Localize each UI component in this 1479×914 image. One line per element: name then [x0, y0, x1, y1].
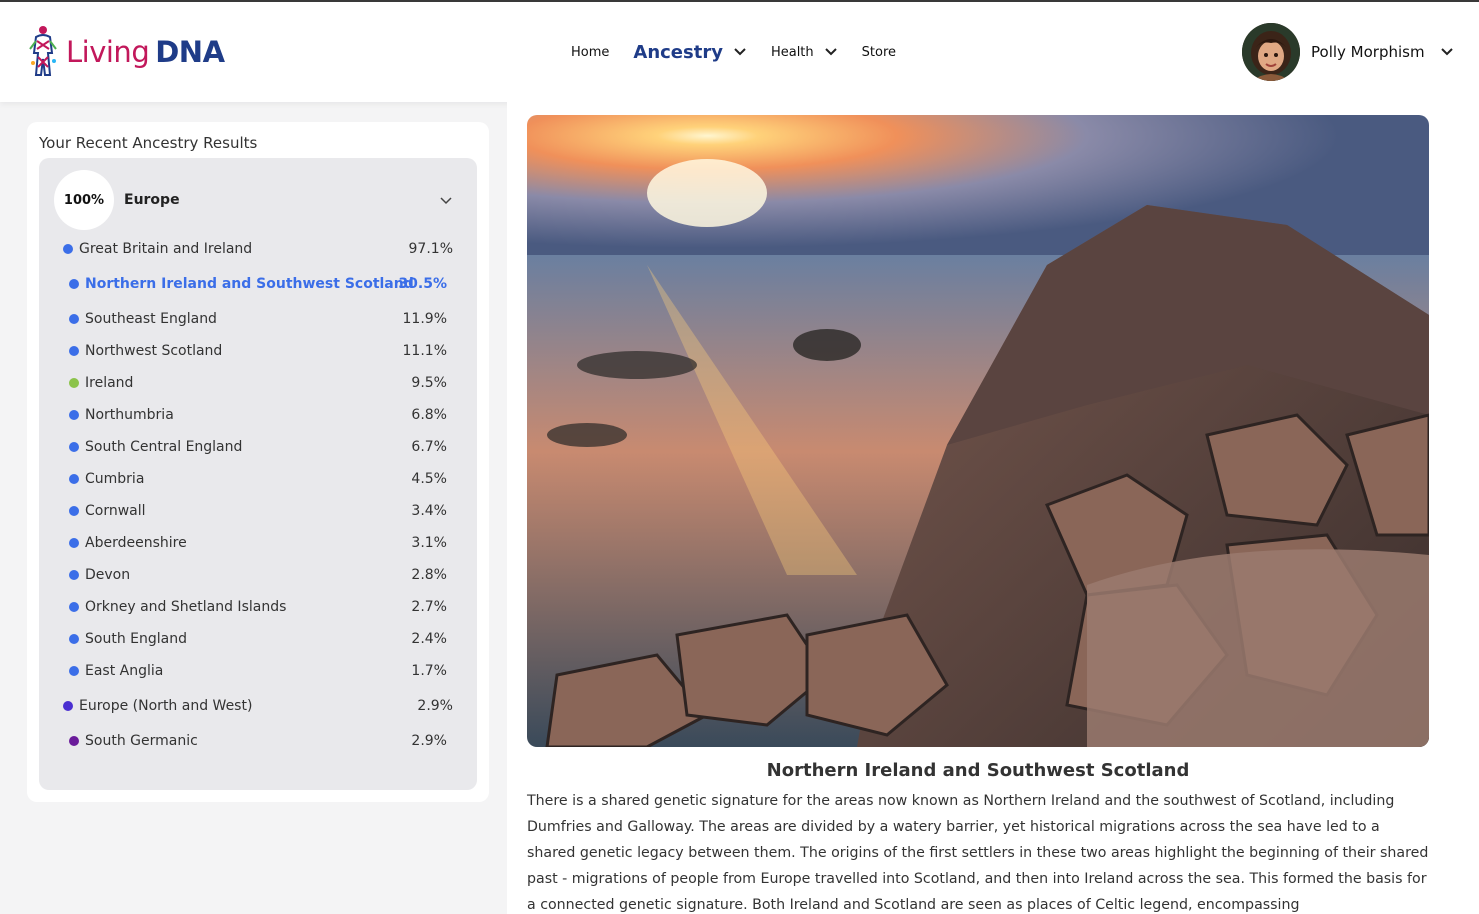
chevron-down-icon [734, 48, 746, 56]
logo[interactable]: Living DNA [24, 22, 225, 82]
result-percent: 3.1% [411, 535, 447, 551]
color-dot-icon [69, 474, 79, 484]
user-menu[interactable]: Polly Morphism [1242, 22, 1455, 82]
result-percent: 1.7% [411, 663, 447, 679]
giants-causeway-image [527, 115, 1429, 747]
result-percent: 30.5% [398, 276, 447, 292]
result-row[interactable]: South England 2.4% [69, 631, 447, 647]
result-label: Ireland [85, 375, 134, 391]
result-label: Northwest Scotland [85, 343, 223, 359]
color-dot-icon [69, 538, 79, 548]
color-dot-icon [69, 410, 79, 420]
color-dot-icon [69, 378, 79, 388]
result-row[interactable]: Northumbria 6.8% [69, 407, 447, 423]
result-label: Aberdeenshire [85, 535, 187, 551]
chevron-down-icon [824, 48, 837, 56]
result-label: Great Britain and Ireland [79, 241, 253, 257]
avatar[interactable] [1242, 23, 1300, 81]
color-dot-icon [69, 314, 79, 324]
result-percent: 2.9% [411, 733, 447, 749]
result-label: Northumbria [85, 407, 174, 423]
result-percent: 2.9% [417, 698, 453, 714]
result-percent: 97.1% [408, 241, 453, 257]
chevron-down-icon[interactable] [438, 192, 454, 208]
color-dot-icon [63, 701, 73, 711]
avatar-illustration [1242, 23, 1300, 81]
region-percent: 100% [54, 170, 114, 230]
user-name: Polly Morphism [1311, 43, 1425, 61]
brand-dna: DNA [155, 35, 225, 69]
result-label: Cumbria [85, 471, 145, 487]
result-percent: 9.5% [411, 375, 447, 391]
result-row[interactable]: South Germanic 2.9% [69, 733, 447, 749]
nav-health[interactable]: Health [771, 45, 838, 60]
region-photo [527, 115, 1429, 747]
nav-health-label: Health [770, 44, 814, 60]
nav-store[interactable]: Store [862, 45, 896, 60]
detail-title: Northern Ireland and Southwest Scotland [766, 760, 1190, 781]
region-header[interactable]: 100% Europe [54, 170, 462, 230]
result-percent: 2.4% [411, 631, 447, 647]
color-dot-icon [69, 634, 79, 644]
result-percent: 2.8% [411, 567, 447, 583]
result-row[interactable]: East Anglia 1.7% [69, 663, 447, 679]
dna-figure-icon [29, 26, 57, 76]
result-row[interactable]: Devon 2.8% [69, 567, 447, 583]
color-dot-icon [69, 279, 79, 289]
result-row[interactable]: Europe (North and West) 2.9% [63, 698, 453, 714]
result-row[interactable]: Orkney and Shetland Islands 2.7% [69, 599, 447, 615]
region-name: Europe [124, 192, 180, 208]
ancestry-results-card: Your Recent Ancestry Results 100% Europe… [27, 122, 489, 802]
nav-home[interactable]: Home [571, 45, 609, 60]
brand-living: Living [66, 35, 150, 69]
nav-home-label: Home [571, 44, 610, 60]
color-dot-icon [69, 570, 79, 580]
chevron-down-icon[interactable] [1439, 44, 1455, 60]
result-label: Northern Ireland and Southwest Scotland [85, 276, 414, 292]
main-nav: Home Ancestry Health Store [571, 2, 920, 102]
result-percent: 11.1% [402, 343, 447, 359]
result-label: South Central England [85, 439, 243, 455]
results-panel: 100% Europe Great Britain and Ireland 97.… [39, 158, 477, 790]
result-label: Devon [85, 567, 131, 583]
color-dot-icon [69, 602, 79, 612]
result-label: South England [85, 631, 187, 647]
result-percent: 6.7% [411, 439, 447, 455]
header: Living DNA Home Ancestry Health Store Po… [0, 2, 1479, 102]
color-dot-icon [69, 666, 79, 676]
result-row[interactable]: Northwest Scotland 11.1% [69, 343, 447, 359]
color-dot-icon [63, 244, 73, 254]
nav-ancestry[interactable]: Ancestry [633, 42, 747, 63]
result-row[interactable]: Northern Ireland and Southwest Scotland 3… [69, 276, 447, 292]
color-dot-icon [69, 506, 79, 516]
result-label: Orkney and Shetland Islands [85, 599, 287, 615]
result-percent: 4.5% [411, 471, 447, 487]
result-percent: 11.9% [402, 311, 447, 327]
result-label: Southeast England [85, 311, 217, 327]
result-label: South Germanic [85, 733, 198, 749]
sidebar-title: Your Recent Ancestry Results [39, 134, 258, 152]
nav-ancestry-label: Ancestry [633, 41, 723, 63]
detail-description: There is a shared genetic signature for … [527, 793, 1429, 913]
result-row[interactable]: Ireland 9.5% [69, 375, 447, 391]
result-label: Europe (North and West) [79, 698, 253, 714]
result-label: Cornwall [85, 503, 146, 519]
result-row[interactable]: Cumbria 4.5% [69, 471, 447, 487]
result-row[interactable]: Southeast England 11.9% [69, 311, 447, 327]
result-percent: 3.4% [411, 503, 447, 519]
result-row[interactable]: South Central England 6.7% [69, 439, 447, 455]
color-dot-icon [69, 442, 79, 452]
result-row[interactable]: Cornwall 3.4% [69, 503, 447, 519]
result-percent: 2.7% [411, 599, 447, 615]
result-label: East Anglia [85, 663, 164, 679]
nav-store-label: Store [861, 44, 897, 60]
result-row[interactable]: Aberdeenshire 3.1% [69, 535, 447, 551]
result-percent: 6.8% [411, 407, 447, 423]
color-dot-icon [69, 346, 79, 356]
region-detail: Northern Ireland and Southwest Scotland … [507, 102, 1479, 914]
color-dot-icon [69, 736, 79, 746]
result-row[interactable]: Great Britain and Ireland 97.1% [63, 241, 453, 257]
